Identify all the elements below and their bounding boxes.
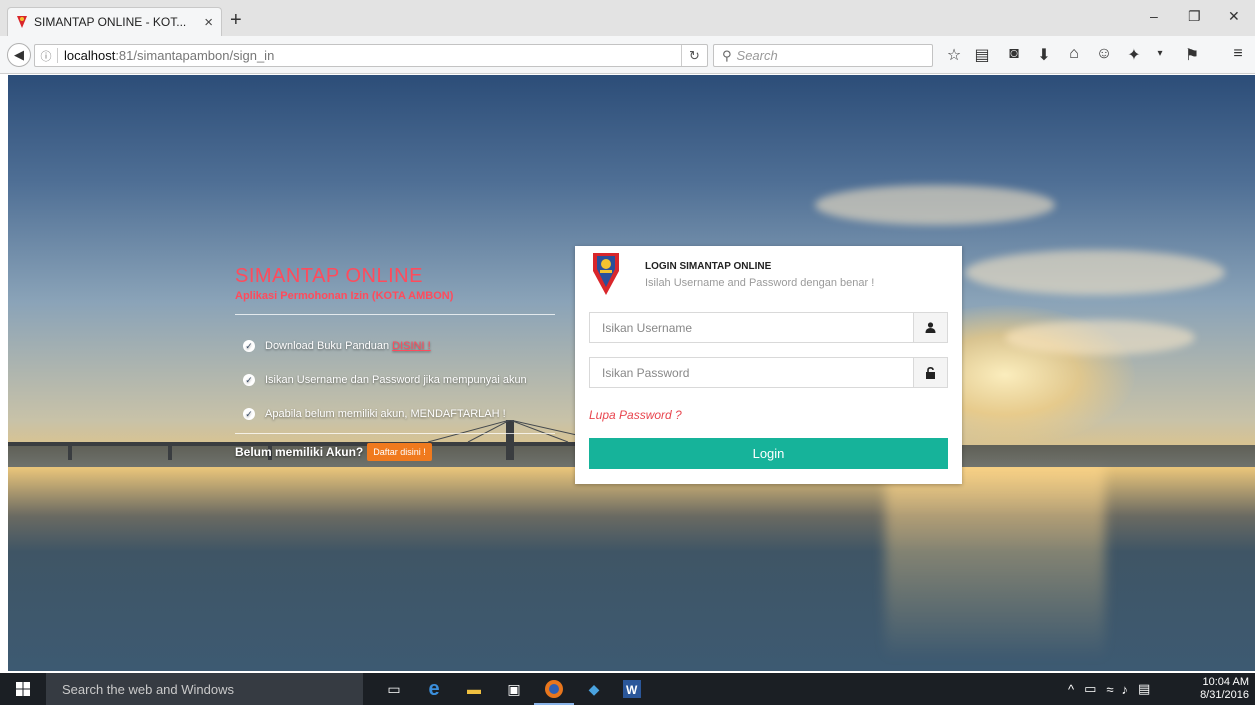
search-icon: ⚲ <box>722 47 732 63</box>
username-field <box>589 312 948 343</box>
browser-tab[interactable]: SIMANTAP ONLINE - KOT... × <box>7 7 222 36</box>
power-icon[interactable]: ▭ <box>1084 681 1096 697</box>
url-host: localhost <box>64 48 116 63</box>
windows-logo-icon <box>16 682 30 696</box>
extension-icon-2[interactable]: ⚑ <box>1182 45 1202 65</box>
reading-list-icon[interactable]: ▤ <box>972 45 992 65</box>
bookmark-star-icon[interactable]: ☆ <box>944 45 964 65</box>
login-card: LOGIN SIMANTAP ONLINE Isilah Username an… <box>575 246 962 484</box>
divider <box>235 314 555 315</box>
extension-dropdown-icon[interactable]: ▾ <box>1150 48 1170 59</box>
register-row: Belum memiliki Akun? Daftar disini ! <box>235 443 560 461</box>
reload-icon[interactable]: ↻ <box>681 45 707 66</box>
browser-search-input[interactable]: ⚲ Search <box>713 44 933 67</box>
app-cube-icon[interactable]: ◆ <box>582 677 606 701</box>
notifications-icon[interactable]: ▤ <box>1138 681 1150 697</box>
no-account-text: Belum memiliki Akun? <box>235 445 364 459</box>
unlock-icon <box>913 358 947 387</box>
show-hidden-icons-icon[interactable]: ^ <box>1068 682 1074 697</box>
menu-icon[interactable]: ≡ <box>1228 45 1248 63</box>
cloud <box>815 185 1055 225</box>
extension-icon[interactable]: ✦ <box>1124 45 1144 65</box>
list-item: ✓ Apabila belum memiliki akun, MENDAFTAR… <box>235 397 560 431</box>
divider <box>235 433 555 434</box>
task-view-icon[interactable]: ▭ <box>382 677 406 701</box>
maximize-button[interactable]: ❐ <box>1188 8 1201 25</box>
store-icon[interactable]: ▣ <box>502 677 526 701</box>
system-clock[interactable]: 10:04 AM 8/31/2016 <box>1200 676 1249 702</box>
forgot-password-link[interactable]: Lupa Password ? <box>589 408 682 422</box>
clock-date: 8/31/2016 <box>1200 689 1249 701</box>
cloud <box>1005 320 1195 355</box>
download-guide-link[interactable]: DISINI ! <box>392 340 431 352</box>
username-input[interactable] <box>590 313 913 342</box>
new-tab-button[interactable]: + <box>230 9 242 32</box>
url-separator <box>57 48 58 63</box>
pocket-icon[interactable]: ◙ <box>1004 45 1024 63</box>
list-item: ✓ Isikan Username dan Password jika memp… <box>235 363 560 397</box>
tab-close-icon[interactable]: × <box>204 14 213 31</box>
back-button[interactable]: ◀ <box>7 43 31 67</box>
app-title: SIMANTAP ONLINE <box>235 265 423 287</box>
url-bar[interactable]: ⓘ localhost :81/simantapambon/sign_in ↻ <box>34 44 708 67</box>
start-button[interactable] <box>0 673 46 705</box>
minimize-button[interactable]: – <box>1150 8 1158 24</box>
close-window-button[interactable]: ✕ <box>1228 8 1240 25</box>
password-input[interactable] <box>590 358 913 387</box>
password-field <box>589 357 948 388</box>
firefox-icon[interactable] <box>542 677 566 701</box>
city-emblem-logo <box>593 253 619 295</box>
check-circle-icon: ✓ <box>243 340 255 352</box>
check-circle-icon: ✓ <box>243 408 255 420</box>
hello-icon[interactable]: ☺ <box>1094 45 1114 63</box>
volume-icon[interactable]: ♪ <box>1122 682 1129 697</box>
download-icon[interactable]: ⬇ <box>1034 45 1054 65</box>
water-reflection <box>885 460 1105 660</box>
app-subtitle: Aplikasi Permohonan Izin (KOTA AMBON) <box>235 290 454 302</box>
file-explorer-icon[interactable]: ▬ <box>462 677 486 701</box>
windows-taskbar: Search the web and Windows ▭ e ▬ ▣ ◆ W ^… <box>0 673 1255 705</box>
url-path: :81/simantapambon/sign_in <box>115 48 275 63</box>
login-title: LOGIN SIMANTAP ONLINE <box>645 261 772 272</box>
system-tray: ^ ▭ ≈ ♪ ▤ <box>1068 673 1150 705</box>
browser-search-placeholder: Search <box>736 48 778 63</box>
browser-tab-strip: SIMANTAP ONLINE - KOT... × + – ❐ ✕ <box>0 0 1255 36</box>
tab-title: SIMANTAP ONLINE - KOT... <box>34 15 187 29</box>
wifi-icon[interactable]: ≈ <box>1106 682 1113 697</box>
info-panel: SIMANTAP ONLINE Aplikasi Permohonan Izin… <box>235 265 560 461</box>
list-item-text: Apabila belum memiliki akun, MENDAFTARLA… <box>265 408 506 420</box>
register-button[interactable]: Daftar disini ! <box>367 443 432 461</box>
word-icon[interactable]: W <box>620 677 644 701</box>
login-button[interactable]: Login <box>589 438 948 469</box>
taskbar-search-placeholder: Search the web and Windows <box>62 681 234 697</box>
arrow-left-icon: ◀ <box>14 47 24 62</box>
info-list: ✓ Download Buku Panduan DISINI ! ✓ Isika… <box>235 329 560 431</box>
site-info-icon[interactable]: ⓘ <box>35 48 57 64</box>
cloud <box>965 250 1225 295</box>
list-item-text: Download Buku Panduan <box>265 340 390 352</box>
list-item: ✓ Download Buku Panduan DISINI ! <box>235 329 560 363</box>
login-subtitle: Isilah Username and Password dengan bena… <box>645 277 875 289</box>
svg-text:W: W <box>626 683 638 697</box>
clock-time: 10:04 AM <box>1202 676 1249 688</box>
list-item-text: Isikan Username dan Password jika mempun… <box>265 374 527 386</box>
edge-browser-icon[interactable]: e <box>422 677 446 701</box>
check-circle-icon: ✓ <box>243 374 255 386</box>
taskbar-search-input[interactable]: Search the web and Windows <box>46 673 363 705</box>
user-icon <box>913 313 947 342</box>
site-favicon-icon <box>17 16 27 28</box>
home-icon[interactable]: ⌂ <box>1064 45 1084 63</box>
